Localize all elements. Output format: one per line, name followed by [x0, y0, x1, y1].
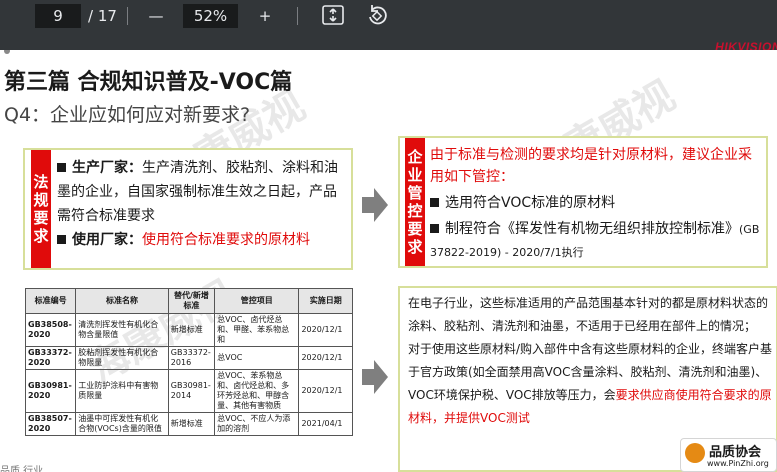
slide-page: 海康威视 海康威视 海康威视 海康威视 第三篇 合规知识普及-VOC篇 Q4：企…	[0, 50, 777, 472]
zoom-in-button[interactable]: +	[255, 4, 275, 28]
explanation-paragraph: 在电子行业，这些标准适用的产品范围基本针对的都是原材料状态的涂料、胶粘剂、清洗剂…	[408, 296, 769, 333]
table-cell: GB38507-2020	[24, 412, 77, 436]
table-cell: 2020/12/1	[298, 346, 353, 370]
table-cell: GB33372-2016	[167, 346, 216, 370]
badge-url: www.PinZhi.org	[707, 459, 769, 468]
table-header: 实施日期	[298, 288, 353, 314]
table-cell: 2020/12/1	[298, 369, 353, 413]
bullet-square-icon	[430, 223, 439, 233]
page-dot	[4, 50, 10, 54]
toolbar-divider	[127, 7, 128, 25]
bullet-square-icon	[57, 162, 66, 172]
regulation-panel: 法 规 要 求 生产厂家：生产清洗剂、胶粘剂、涂料和油墨的企业，自国家强制标准生…	[23, 148, 353, 270]
table-cell: 总VOC、苯系物总和、卤代烃总和、多环芳烃总和、甲醇含量、其他有害物质	[214, 369, 300, 413]
enterprise-control-content: 由于标准与检测的要求均是针对原材料，建议企业采用如下管控： 选用符合VOC标准的…	[430, 144, 760, 264]
control-item: 制程符合《挥发性有机物无组织排放控制标准》(GB 37822-2019) - 2…	[430, 221, 760, 259]
slide-subtitle: Q4：企业应如何应对新要求?	[4, 104, 251, 126]
enterprise-control-panel: 企 业 管 控 要 求 由于标准与检测的要求均是针对原材料，建议企业采用如下管控…	[398, 136, 768, 268]
table-cell: GB30981-2020	[24, 369, 77, 413]
slide-title: 第三篇 合规知识普及-VOC篇	[4, 70, 293, 95]
table-header: 替代/新增标准	[167, 288, 216, 314]
table-cell: 新增标准	[167, 412, 216, 436]
table-row: GB38508-2020 清洗剂挥发性有机化合物含量限值 新增标准 总VOC、卤…	[24, 313, 353, 347]
table-cell: 油墨中可挥发性有机化合物(VOCs)含量的限值	[75, 412, 169, 436]
table-cell: 总VOC、卤代烃总和、甲醛、苯系物总和	[214, 313, 300, 347]
footer-note: 品质 行业	[0, 466, 44, 472]
arrow-right-icon	[362, 360, 388, 394]
explanation-text: 在电子行业，这些标准适用的产品范围基本针对的都是原材料状态的涂料、胶粘剂、清洗剂…	[408, 292, 776, 430]
arrow-right-icon	[362, 188, 388, 222]
table-cell: GB30981-2014	[167, 369, 216, 413]
toolbar-divider	[297, 7, 298, 25]
table-row: GB33372-2020 胶粘剂挥发性有机化合物限量 GB33372-2016 …	[24, 346, 353, 370]
zoom-out-button[interactable]: —	[146, 4, 166, 28]
table-cell: 2020/12/1	[298, 313, 353, 347]
page-total-label: / 17	[88, 7, 117, 25]
regulation-content: 生产厂家：生产清洗剂、胶粘剂、涂料和油墨的企业，自国家强制标准生效之日起，产品需…	[57, 156, 345, 252]
table-cell: 清洗剂挥发性有机化合物含量限值	[75, 313, 169, 347]
table-cell: 总VOC	[214, 346, 300, 370]
bullet-square-icon	[57, 234, 66, 244]
table-cell: 胶粘剂挥发性有机化合物限量	[75, 346, 169, 370]
table-row: GB38507-2020 油墨中可挥发性有机化合物(VOCs)含量的限值 新增标…	[24, 412, 353, 436]
table-cell: GB38508-2020	[24, 313, 77, 347]
table-header: 管控项目	[214, 288, 300, 314]
fit-page-icon[interactable]	[322, 5, 344, 25]
pinzhi-badge: 品质协会 www.PinZhi.org	[680, 438, 777, 472]
bullet-square-icon	[430, 197, 439, 207]
table-header: 标准名称	[75, 288, 169, 314]
user-item: 使用厂家：使用符合标准要求的原材料	[57, 228, 345, 252]
table-cell: 2021/04/1	[298, 412, 353, 436]
rotate-icon[interactable]	[366, 4, 388, 26]
standards-table: 标准编号 标准名称 替代/新增标准 管控项目 实施日期 GB38508-2020…	[24, 288, 353, 436]
badge-title: 品质协会	[709, 445, 762, 460]
table-header-row: 标准编号 标准名称 替代/新增标准 管控项目 实施日期	[24, 288, 353, 314]
table-cell: 工业防护涂料中有害物质限量	[75, 369, 169, 413]
enterprise-control-label: 企 业 管 控 要 求	[405, 138, 425, 266]
explanation-paragraph: 对于使用这些原材料/购入部件中含有这些原材料的企业，终端客户基于官方政策(如全面…	[408, 342, 773, 425]
table-header: 标准编号	[24, 288, 77, 314]
control-heading: 由于标准与检测的要求均是针对原材料，建议企业采用如下管控：	[430, 147, 752, 185]
table-row: GB30981-2020 工业防护涂料中有害物质限量 GB30981-2014 …	[24, 369, 353, 413]
table-cell: 新增标准	[167, 313, 216, 347]
regulation-label: 法 规 要 求	[31, 150, 51, 268]
table-cell: GB33372-2020	[24, 346, 77, 370]
control-item: 选用符合VOC标准的原材料	[430, 192, 760, 214]
manufacturer-item: 生产厂家：生产清洗剂、胶粘剂、涂料和油墨的企业，自国家强制标准生效之日起，产品需…	[57, 160, 338, 224]
zoom-level-input[interactable]: 52%	[183, 4, 238, 28]
page-number-input[interactable]: 9	[35, 4, 81, 28]
table-cell: 总VOC、不应人为添加的溶剂	[214, 412, 300, 436]
pdf-toolbar: 9 / 17 — 52% + HIKVISION	[0, 0, 777, 54]
badge-logo-icon	[685, 443, 705, 463]
